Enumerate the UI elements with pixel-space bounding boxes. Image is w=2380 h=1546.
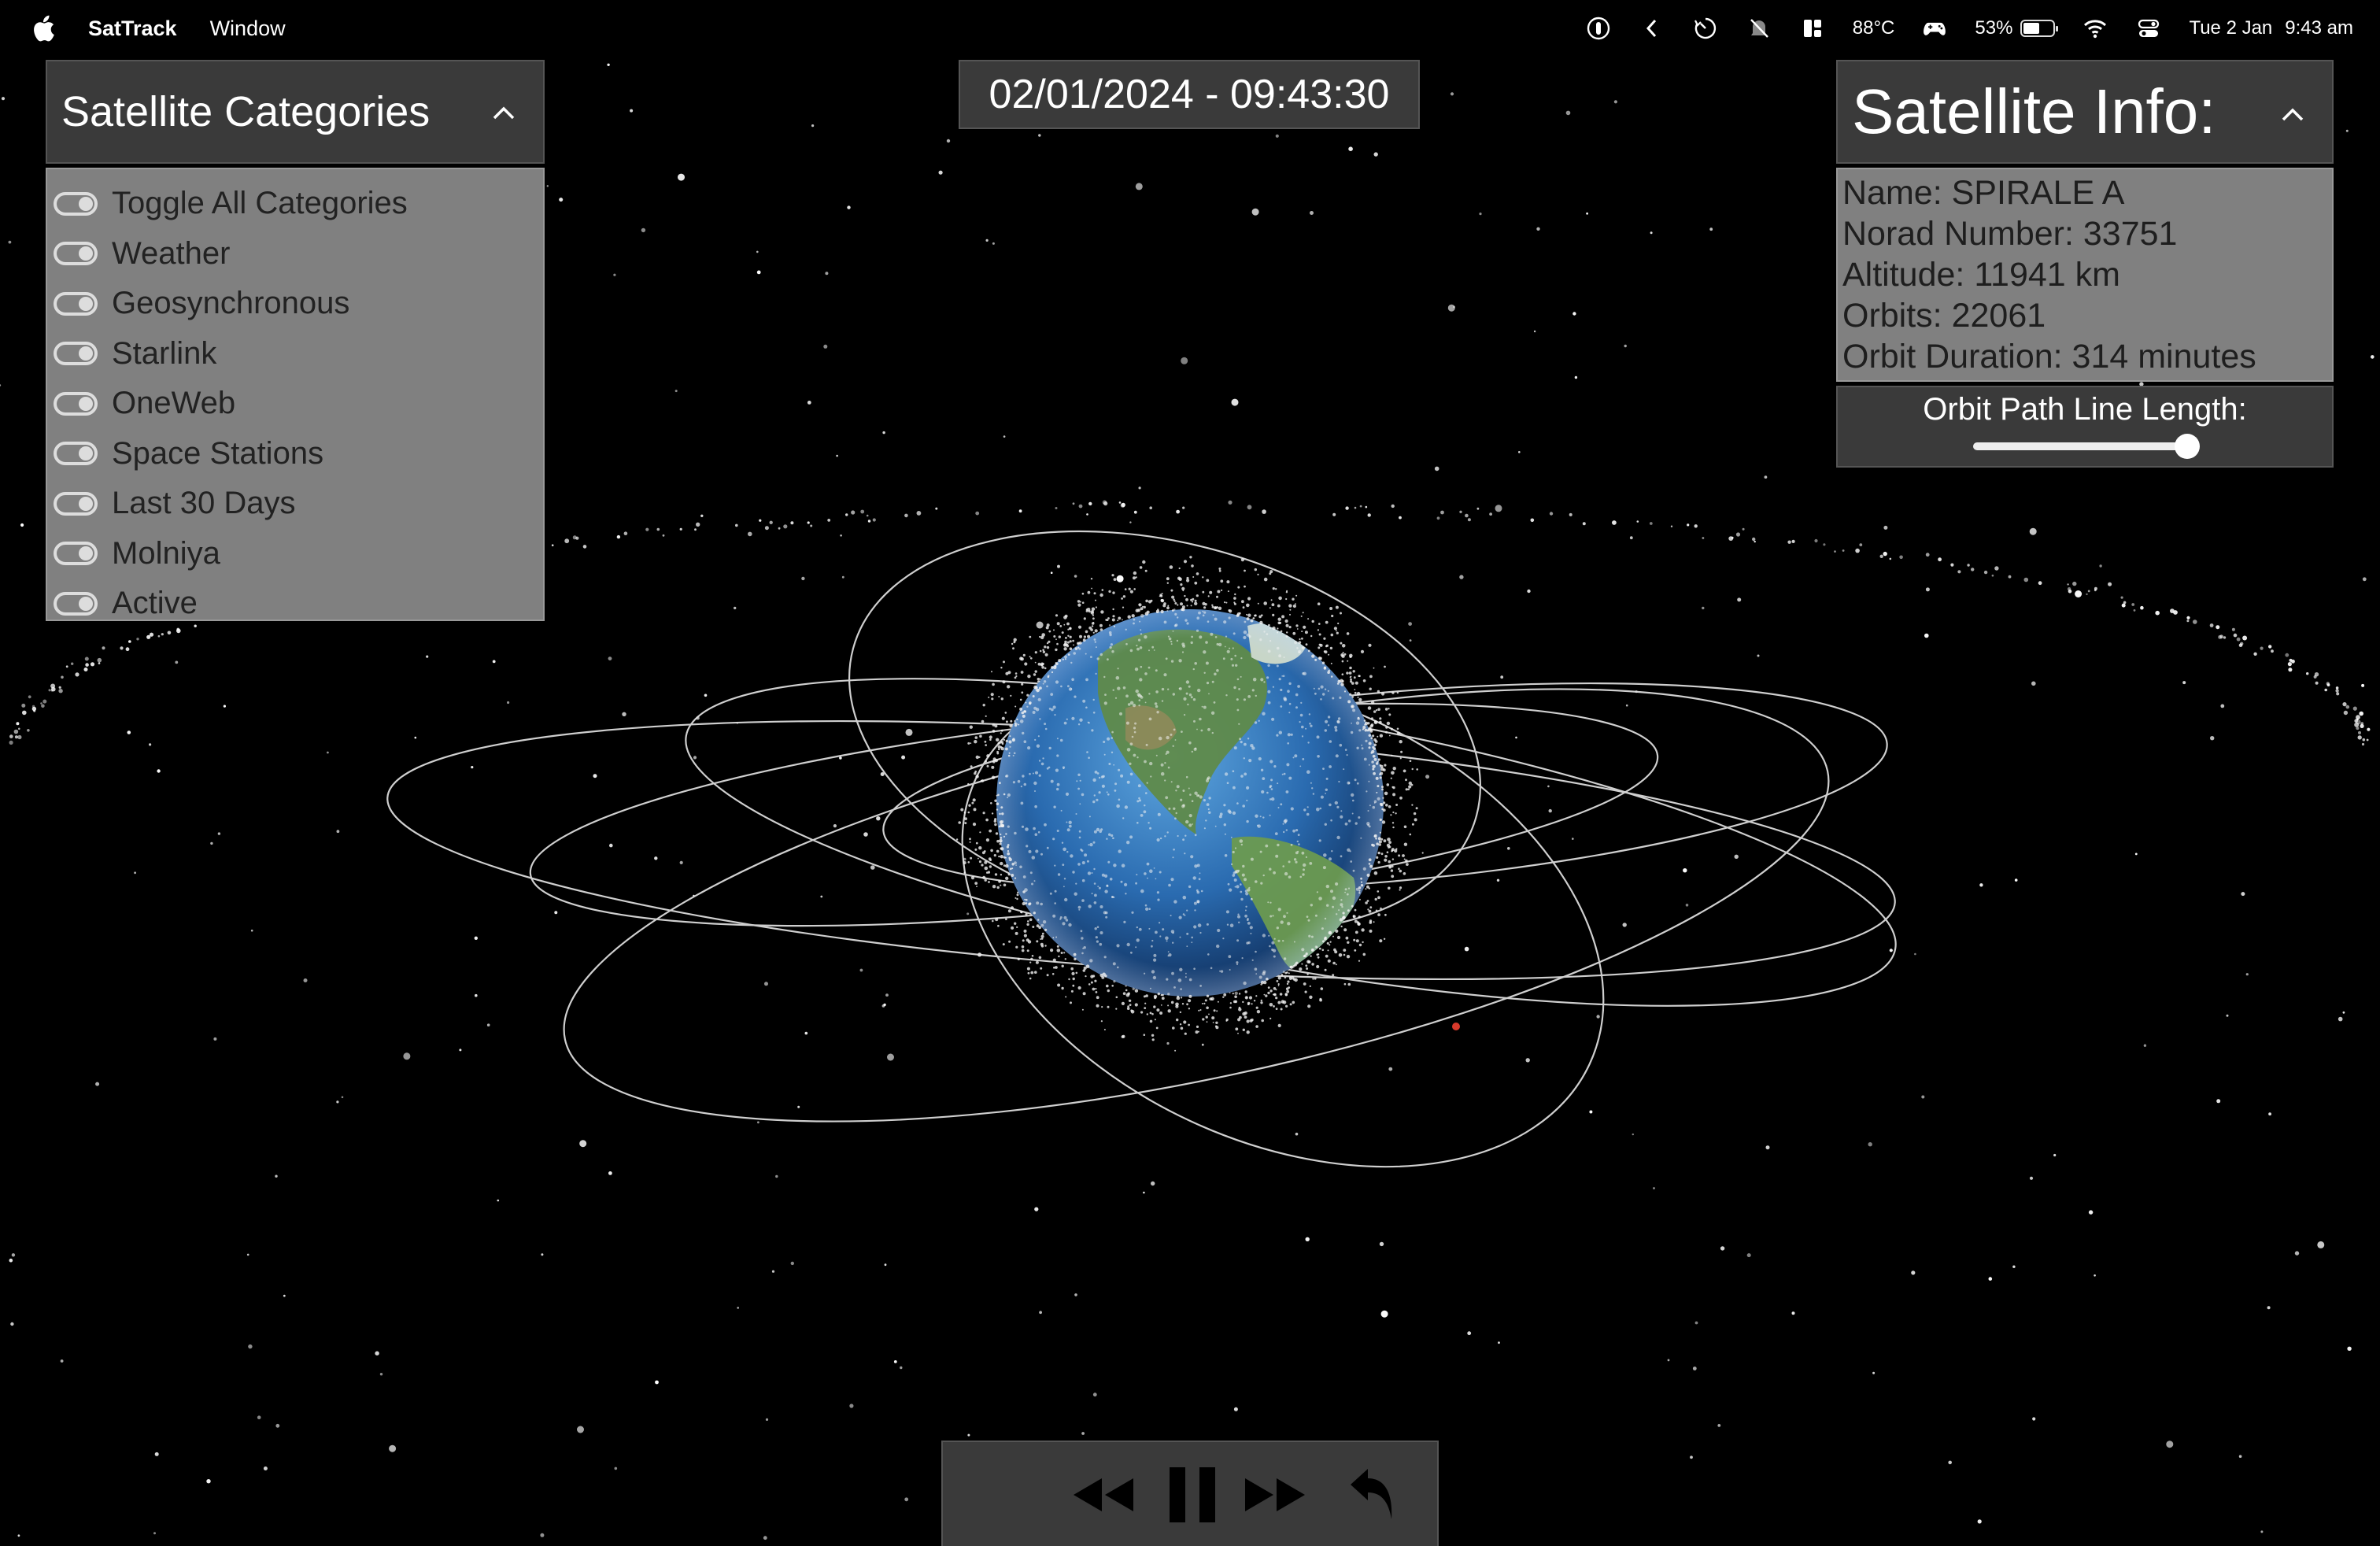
toggle-switch[interactable] [54,342,98,366]
rewind-icon [1074,1478,1133,1511]
timer-icon[interactable] [1692,15,1719,42]
slider-handle[interactable] [2174,434,2200,459]
category-label: Starlink [112,335,217,371]
toggle-switch[interactable] [54,591,98,616]
category-last-30-days[interactable]: Last 30 Days [47,479,543,529]
toggle-switch[interactable] [54,491,98,516]
battery-icon [2020,20,2059,37]
category-label: Space Stations [112,435,324,471]
altitude: Altitude: 11941 km [1842,256,2120,294]
toggle-switch[interactable] [54,391,98,416]
category-label: Geosynchronous [112,286,350,321]
category-label: Active [112,586,198,621]
category-oneweb[interactable]: OneWeb [47,379,543,429]
satellite-name: Name: SPIRALE A [1842,174,2125,212]
pause-button[interactable] [1166,1466,1218,1524]
category-starlink[interactable]: Starlink [47,329,543,379]
menu-bar: SatTrack Window 88°C 53% Tue 2 Jan 9:43 … [0,0,2380,57]
categories-panel-header[interactable]: Satellite Categories [46,60,545,164]
battery-status[interactable]: 53% [1975,17,2059,39]
toggle-switch[interactable] [54,291,98,316]
fast-forward-button[interactable] [1244,1470,1310,1519]
category-space-stations[interactable]: Space Stations [47,429,543,479]
category-label: Molniya [112,535,220,571]
norad-number: Norad Number: 33751 [1842,215,2178,253]
app-name-menu[interactable]: SatTrack [88,17,177,41]
temperature-reading[interactable]: 88°C [1853,17,1895,39]
battery-percent: 53% [1975,17,2013,39]
category-label: Last 30 Days [112,486,296,521]
collapse-chevron-icon[interactable] [2277,105,2308,124]
reset-button[interactable] [1347,1464,1398,1524]
control-center-icon[interactable] [2135,15,2162,42]
playback-controls [941,1441,1439,1546]
orbit-duration: Orbit Duration: 314 minutes [1842,338,2256,375]
rewind-button[interactable] [1069,1470,1135,1519]
satellite-info-header[interactable]: Satellite Info: [1836,60,2334,164]
toggle-switch[interactable] [54,442,98,466]
pause-icon [1170,1467,1215,1522]
category-label: OneWeb [112,386,236,421]
muted-bell-icon[interactable] [1746,15,1772,42]
category-molniya[interactable]: Molniya [47,529,543,579]
fast-forward-icon [1245,1478,1305,1511]
tv-remote-icon[interactable] [1585,15,1612,42]
category-geosynchronous[interactable]: Geosynchronous [47,279,543,329]
category-weather[interactable]: Weather [47,229,543,279]
wifi-icon[interactable] [2082,15,2108,42]
categories-title: Satellite Categories [61,88,431,135]
satellite-info-title: Satellite Info: [1852,76,2216,146]
collapse-chevron-icon[interactable] [488,104,519,123]
categories-list: Toggle All Categories Weather Geosynchro… [46,168,545,621]
category-toggle-all[interactable]: Toggle All Categories [47,179,543,229]
selected-satellite[interactable] [1452,1023,1460,1030]
toggle-switch[interactable] [54,242,98,266]
category-label: Toggle All Categories [112,186,408,221]
layout-icon[interactable] [1799,15,1826,42]
chevron-left-icon[interactable] [1639,15,1665,42]
gamepad-icon[interactable] [1921,15,1948,42]
simulation-datetime: 02/01/2024 - 09:43:30 [959,60,1420,129]
orbit-count: Orbits: 22061 [1842,297,2046,335]
apple-menu-icon[interactable] [31,15,55,42]
window-menu[interactable]: Window [210,17,286,41]
menubar-time[interactable]: 9:43 am [2285,17,2353,39]
menubar-date[interactable]: Tue 2 Jan [2189,17,2272,39]
orbit-path-length-slider[interactable] [1973,434,2200,459]
reset-icon [1351,1469,1392,1519]
orbit-path-length-panel: Orbit Path Line Length: [1836,386,2334,468]
toggle-switch[interactable] [54,191,98,216]
toggle-switch[interactable] [54,542,98,566]
category-active[interactable]: Active [47,579,543,629]
satellite-info-body: Name: SPIRALE A Norad Number: 33751 Alti… [1836,168,2334,382]
category-label: Weather [112,235,231,271]
orbit-path-length-label: Orbit Path Line Length: [1923,392,2247,427]
